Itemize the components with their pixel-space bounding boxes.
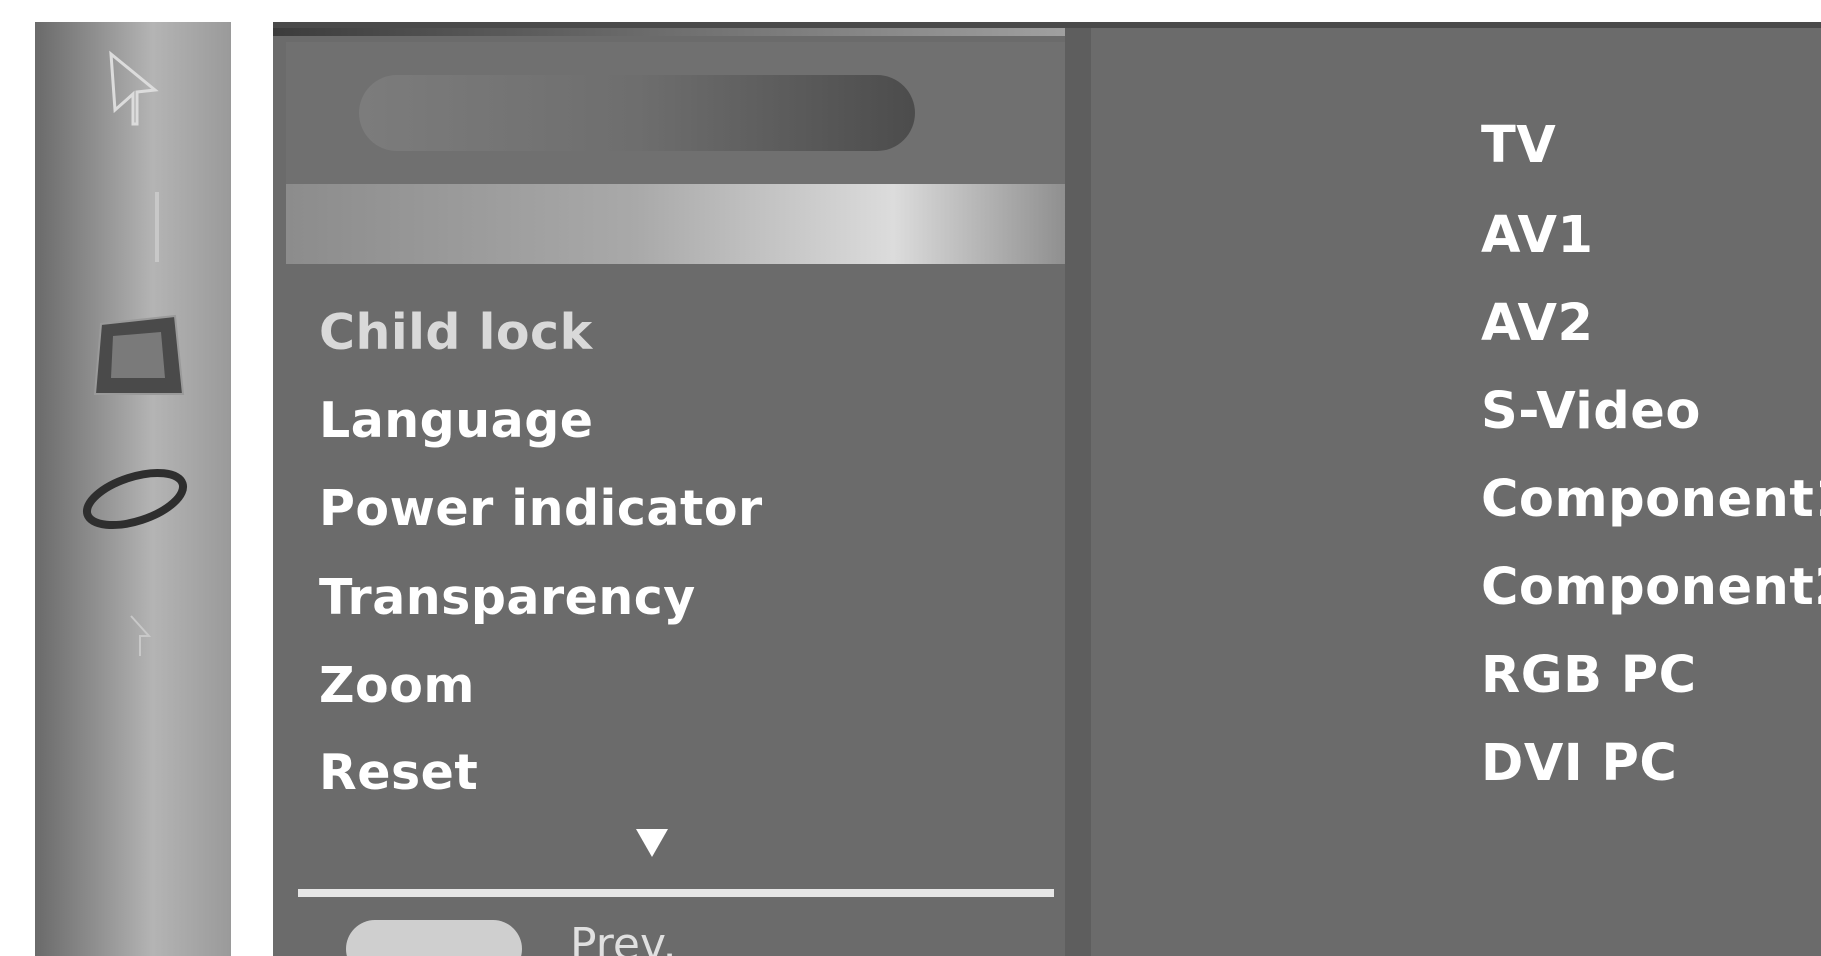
submenu-item-tv[interactable]: TV [1481,116,1556,175]
menu-item-power-indicator[interactable]: Power indicator [319,480,763,537]
menu-list: Child lock Language Power indicator Tran… [286,264,1065,956]
scroll-down-arrow-icon[interactable] [636,829,668,857]
disc-icon[interactable] [81,462,189,536]
submenu-column: TV AV1 AV2 S-Video Component1 Component2… [1091,28,1821,956]
menu-item-zoom[interactable]: Zoom [319,657,475,714]
submenu-item-component2[interactable]: Component2 [1481,558,1821,617]
submenu-item-av1[interactable]: AV1 [1481,206,1593,265]
osd-panel: Child lock Language Power indicator Tran… [273,22,1821,956]
column-separator [1065,28,1091,956]
prev-label: Prev. [570,919,677,956]
submenu-item-s-video[interactable]: S-Video [1481,382,1701,441]
screen-icon[interactable] [93,314,189,400]
bar-icon[interactable] [147,192,167,262]
menu-title-area [286,42,1065,184]
submenu-item-dvi-pc[interactable]: DVI PC [1481,734,1677,793]
menu-gloss-band [286,184,1065,264]
footer-divider [298,889,1054,897]
prev-button[interactable] [346,920,522,956]
tv-osd-screen: Child lock Language Power indicator Tran… [0,0,1821,956]
submenu-item-av2[interactable]: AV2 [1481,294,1593,353]
cursor-icon[interactable] [103,50,163,130]
menu-icon-strip [35,22,231,956]
menu-item-child-lock[interactable]: Child lock [319,304,593,361]
menu-item-language[interactable]: Language [319,392,594,449]
submenu-item-component1[interactable]: Component1 [1481,470,1821,529]
menu-item-transparency[interactable]: Transparency [319,569,696,626]
submenu-item-rgb-pc[interactable]: RGB PC [1481,646,1697,705]
small-cursor-icon[interactable] [125,612,155,662]
menu-title-pill [359,75,915,151]
menu-item-reset[interactable]: Reset [319,744,478,801]
